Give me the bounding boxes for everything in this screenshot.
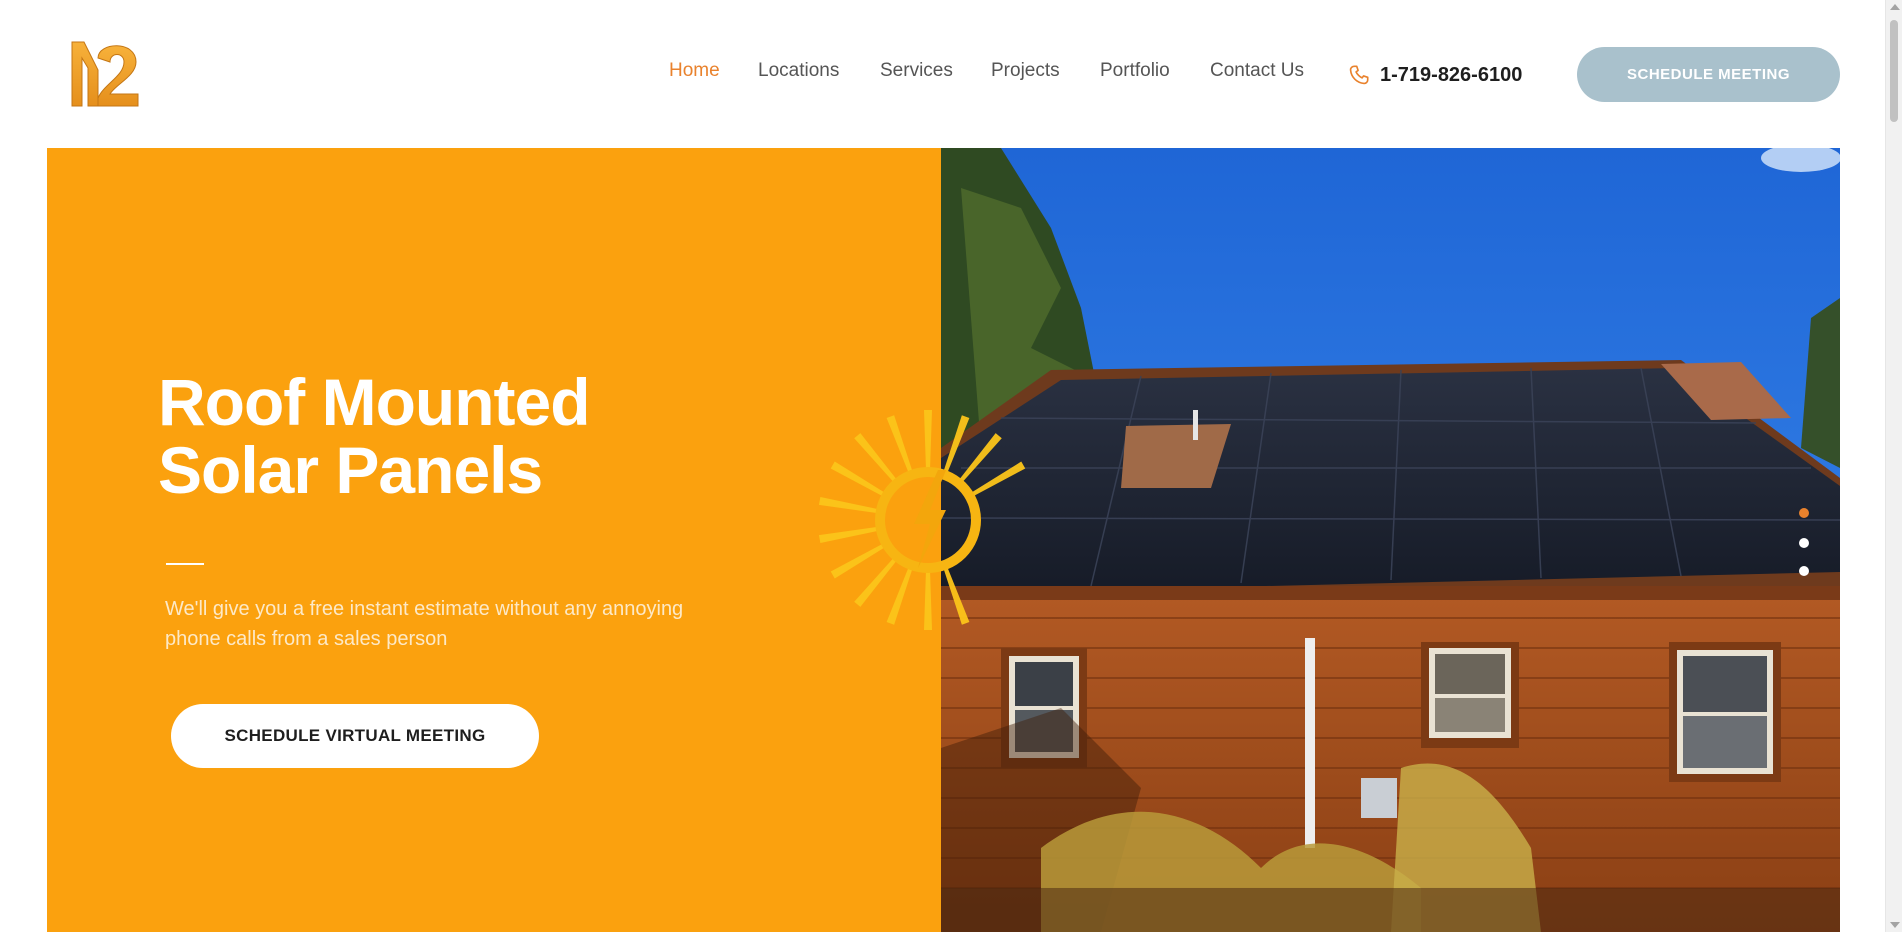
solar-roof-photo bbox=[941, 148, 1840, 932]
hero-divider bbox=[166, 563, 204, 565]
hero-title-line-2: Solar Panels bbox=[158, 433, 543, 507]
scroll-thumb[interactable] bbox=[1890, 20, 1898, 122]
phone-number: 1-719-826-6100 bbox=[1380, 63, 1523, 86]
scroll-up-arrow-icon[interactable] bbox=[1890, 4, 1900, 10]
nav-projects[interactable]: Projects bbox=[991, 60, 1060, 82]
page-scrollbar[interactable] bbox=[1885, 0, 1902, 932]
nav-locations[interactable]: Locations bbox=[758, 60, 839, 82]
slider-dots bbox=[1799, 508, 1811, 578]
hero-title-line-1: Roof Mounted bbox=[158, 365, 591, 439]
schedule-meeting-button[interactable]: SCHEDULE MEETING bbox=[1577, 47, 1840, 102]
sun-bolt-icon bbox=[808, 400, 1048, 640]
site-header: Home Locations Services Projects Portfol… bbox=[0, 0, 1883, 148]
nav-home[interactable]: Home bbox=[669, 60, 720, 82]
nav-portfolio[interactable]: Portfolio bbox=[1100, 60, 1170, 82]
hero-title: Roof Mounted Solar Panels bbox=[158, 368, 758, 504]
hero-panel: Roof Mounted Solar Panels We'll give you… bbox=[47, 148, 941, 932]
nav-contact-us[interactable]: Contact Us bbox=[1210, 60, 1304, 82]
nav-services[interactable]: Services bbox=[880, 60, 953, 82]
m2-logo-icon[interactable] bbox=[68, 36, 144, 112]
scroll-down-arrow-icon[interactable] bbox=[1890, 922, 1900, 928]
slider-dot-3[interactable] bbox=[1799, 566, 1809, 576]
hero-subtitle: We'll give you a free instant estimate w… bbox=[165, 598, 684, 650]
phone-link[interactable]: 1-719-826-6100 bbox=[1348, 60, 1522, 90]
phone-icon bbox=[1348, 64, 1370, 86]
slider-dot-2[interactable] bbox=[1799, 538, 1809, 548]
slider-dot-1[interactable] bbox=[1799, 508, 1809, 518]
schedule-virtual-meeting-button[interactable]: SCHEDULE VIRTUAL MEETING bbox=[171, 704, 539, 768]
